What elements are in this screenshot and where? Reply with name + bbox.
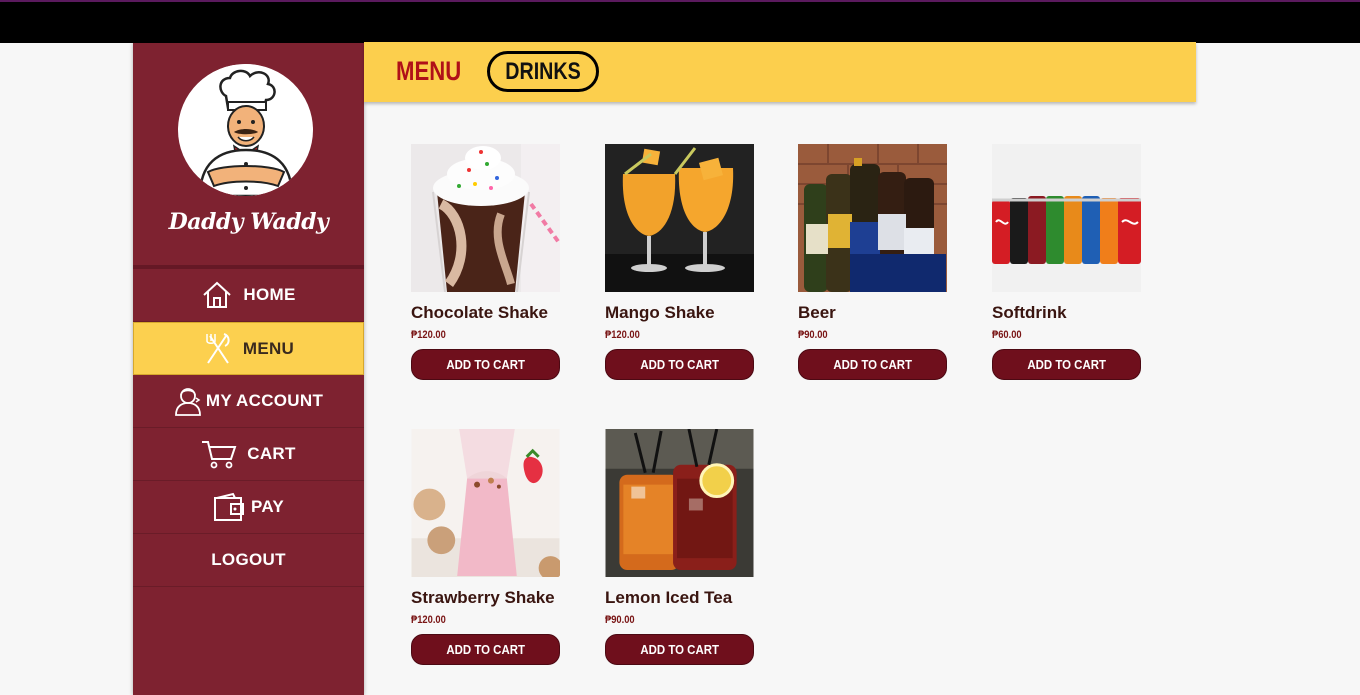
nav-label: MY ACCOUNT xyxy=(205,391,324,410)
add-to-cart-button[interactable]: ADD TO CART xyxy=(605,349,754,380)
cart-icon xyxy=(202,441,237,469)
sidebar: Daddy Waddy HOME MENU MY ACCOUNT CART PA… xyxy=(133,43,364,695)
strawberry-shake-image[interactable] xyxy=(411,429,560,577)
product-card: Softdrink ₱60.00 ADD TO CART xyxy=(992,144,1141,380)
product-price: ₱60.00 xyxy=(992,329,1022,341)
button-label: ADD TO CART xyxy=(446,642,525,657)
nav-item-home[interactable]: HOME xyxy=(133,269,364,322)
button-label: ADD TO CART xyxy=(640,642,719,657)
add-to-cart-button[interactable]: ADD TO CART xyxy=(992,349,1141,380)
product-card: Lemon Iced Tea ₱90.00 ADD TO CART xyxy=(605,429,754,665)
product-name: Strawberry Shake xyxy=(411,588,555,607)
nav-item-logout[interactable]: LOGOUT xyxy=(133,534,364,587)
nav-label: LOGOUT xyxy=(211,550,286,569)
product-price: ₱90.00 xyxy=(605,614,635,626)
softdrink-image[interactable] xyxy=(992,144,1141,292)
product-price: ₱120.00 xyxy=(411,614,446,626)
product-card: Strawberry Shake ₱120.00 ADD TO CART xyxy=(411,429,560,665)
product-price: ₱120.00 xyxy=(605,329,640,341)
product-name: Chocolate Shake xyxy=(411,303,548,322)
button-label: ADD TO CART xyxy=(640,357,719,372)
nav-label: HOME xyxy=(243,285,296,304)
top-bar xyxy=(0,0,1360,43)
page-header: MENU DRINKS xyxy=(364,42,1196,102)
add-to-cart-button[interactable]: ADD TO CART xyxy=(411,349,560,380)
page-title: MENU xyxy=(396,56,462,86)
product-card: Mango Shake ₱120.00 ADD TO CART xyxy=(605,144,754,380)
nav-item-menu[interactable]: MENU xyxy=(133,322,364,375)
category-label: DRINKS xyxy=(505,57,581,85)
button-label: ADD TO CART xyxy=(1027,357,1106,372)
button-label: ADD TO CART xyxy=(446,357,525,372)
add-to-cart-button[interactable]: ADD TO CART xyxy=(605,634,754,665)
product-name: Softdrink xyxy=(992,303,1067,322)
home-icon xyxy=(203,281,232,308)
brand-name: Daddy Waddy xyxy=(168,209,329,235)
nav-item-pay[interactable]: PAY xyxy=(133,481,364,534)
nav-label: MENU xyxy=(242,338,295,358)
nav-item-cart[interactable]: CART xyxy=(133,428,364,481)
product-name: Mango Shake xyxy=(605,303,715,322)
product-name: Beer xyxy=(798,303,836,322)
mango-shake-image[interactable] xyxy=(605,144,754,292)
brand-area: Daddy Waddy xyxy=(133,43,364,269)
chef-logo-icon[interactable] xyxy=(178,64,313,196)
product-price: ₱120.00 xyxy=(411,329,446,341)
nav-item-my-account[interactable]: MY ACCOUNT xyxy=(133,375,364,428)
product-card: Chocolate Shake ₱120.00 ADD TO CART xyxy=(411,144,560,380)
wallet-icon xyxy=(213,492,244,521)
button-label: ADD TO CART xyxy=(833,357,912,372)
nav-label: PAY xyxy=(250,497,285,516)
add-to-cart-button[interactable]: ADD TO CART xyxy=(411,634,560,665)
main-nav: HOME MENU MY ACCOUNT CART PAY LOGOUT xyxy=(133,269,364,587)
category-tab-drinks[interactable]: DRINKS xyxy=(487,51,599,92)
chocolate-shake-image[interactable] xyxy=(411,144,560,292)
product-card: Beer ₱90.00 ADD TO CART xyxy=(798,144,947,380)
user-icon xyxy=(174,388,201,416)
product-price: ₱90.00 xyxy=(798,329,828,341)
nav-label: CART xyxy=(247,444,296,463)
lemon-iced-tea-image[interactable] xyxy=(605,429,754,577)
product-name: Lemon Iced Tea xyxy=(605,588,733,607)
utensils-icon xyxy=(206,332,230,364)
beer-image[interactable] xyxy=(798,144,947,292)
add-to-cart-button[interactable]: ADD TO CART xyxy=(798,349,947,380)
